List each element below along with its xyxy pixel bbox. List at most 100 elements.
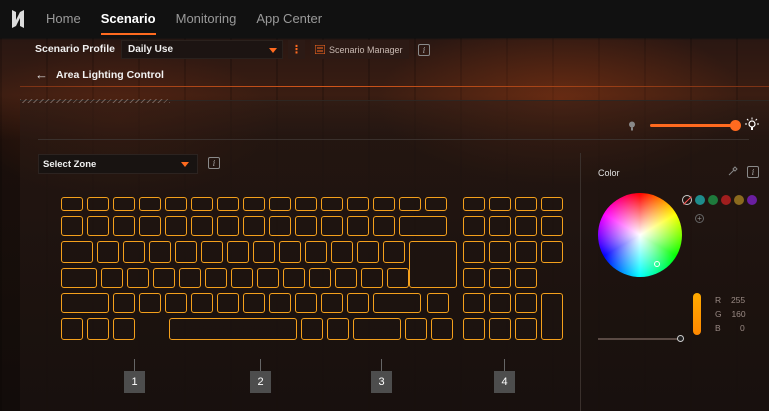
keyboard-key[interactable]	[347, 197, 369, 211]
keyboard-key[interactable]	[175, 241, 197, 263]
brightness-slider-thumb[interactable]	[730, 120, 741, 131]
keyboard-key[interactable]	[269, 216, 291, 236]
keyboard-key[interactable]	[463, 241, 485, 263]
keyboard-key[interactable]	[321, 197, 343, 211]
keyboard-key[interactable]	[383, 241, 405, 263]
keyboard-key[interactable]	[463, 197, 485, 211]
keyboard-key[interactable]	[489, 197, 511, 211]
keyboard-key[interactable]	[399, 216, 447, 236]
keyboard-key[interactable]	[327, 318, 349, 340]
keyboard-key[interactable]	[335, 268, 357, 288]
tab-scenario[interactable]: Scenario	[91, 0, 166, 38]
keyboard-key[interactable]	[139, 293, 161, 313]
back-arrow-icon[interactable]: ←	[35, 67, 48, 82]
keyboard-key[interactable]	[205, 268, 227, 288]
keyboard-key[interactable]	[515, 268, 537, 288]
scenario-profile-select[interactable]: Daily Use	[121, 40, 283, 59]
keyboard-key[interactable]	[227, 241, 249, 263]
keyboard-key[interactable]	[61, 268, 97, 288]
keyboard-key[interactable]	[243, 293, 265, 313]
keyboard-key[interactable]	[489, 293, 511, 313]
keyboard-key[interactable]	[153, 268, 175, 288]
keyboard-key[interactable]	[283, 268, 305, 288]
color-swatch[interactable]	[695, 195, 705, 205]
keyboard-key[interactable]	[353, 318, 401, 340]
add-swatch-icon[interactable]: +	[695, 214, 704, 223]
info-icon[interactable]: i	[418, 44, 430, 56]
zone-label-1[interactable]: 1	[124, 371, 145, 393]
keyboard-key[interactable]	[463, 268, 485, 288]
keyboard-key[interactable]	[169, 318, 297, 340]
keyboard-key[interactable]	[405, 318, 427, 340]
keyboard-key[interactable]	[191, 197, 213, 211]
keyboard-key[interactable]	[101, 268, 123, 288]
keyboard-key[interactable]	[373, 216, 395, 236]
keyboard-key[interactable]	[279, 241, 301, 263]
keyboard-key[interactable]	[295, 216, 317, 236]
keyboard-key[interactable]	[149, 241, 171, 263]
keyboard-key[interactable]	[361, 268, 383, 288]
keyboard-key[interactable]	[321, 293, 343, 313]
keyboard-key[interactable]	[61, 293, 109, 313]
keyboard-key[interactable]	[347, 216, 369, 236]
lightness-slider-thumb[interactable]	[677, 335, 684, 342]
keyboard-key[interactable]	[373, 197, 395, 211]
keyboard-key[interactable]	[97, 241, 119, 263]
keyboard-key[interactable]	[87, 197, 109, 211]
keyboard-key[interactable]	[515, 293, 537, 313]
scenario-manager-button[interactable]: Scenario Manager	[311, 40, 409, 59]
zone-label-2[interactable]: 2	[250, 371, 271, 393]
keyboard-key[interactable]	[231, 268, 253, 288]
tab-monitoring[interactable]: Monitoring	[166, 0, 247, 38]
keyboard-key[interactable]	[113, 293, 135, 313]
color-info-icon[interactable]: i	[747, 166, 759, 178]
color-swatch[interactable]	[708, 195, 718, 205]
keyboard-key[interactable]	[217, 293, 239, 313]
keyboard-key[interactable]	[139, 197, 161, 211]
keyboard-key[interactable]	[373, 293, 421, 313]
brightness-slider-track[interactable]	[650, 124, 736, 127]
keyboard-key[interactable]	[269, 197, 291, 211]
tab-home[interactable]: Home	[36, 0, 91, 38]
keyboard-key[interactable]	[463, 293, 485, 313]
keyboard-key[interactable]	[217, 197, 239, 211]
keyboard-key[interactable]	[541, 197, 563, 211]
keyboard-key[interactable]	[399, 197, 421, 211]
keyboard-key[interactable]	[515, 241, 537, 263]
keyboard-key[interactable]	[295, 293, 317, 313]
keyboard-key[interactable]	[295, 197, 317, 211]
keyboard-key[interactable]	[61, 318, 83, 340]
keyboard-key[interactable]	[515, 197, 537, 211]
keyboard-key[interactable]	[87, 318, 109, 340]
keyboard-key[interactable]	[113, 197, 135, 211]
color-swatch[interactable]	[721, 195, 731, 205]
keyboard-key[interactable]	[139, 216, 161, 236]
g-value[interactable]: 160	[722, 307, 745, 321]
zone-label-4[interactable]: 4	[494, 371, 515, 393]
keyboard-key[interactable]	[217, 216, 239, 236]
keyboard-key[interactable]	[357, 241, 379, 263]
zone-info-icon[interactable]: i	[208, 157, 220, 169]
keyboard-key[interactable]	[179, 268, 201, 288]
tab-app-center[interactable]: App Center	[246, 0, 332, 38]
b-value[interactable]: 0	[721, 321, 745, 335]
select-zone-dropdown[interactable]: Select Zone	[38, 154, 198, 174]
keyboard-key[interactable]	[123, 241, 145, 263]
keyboard-key[interactable]	[243, 216, 265, 236]
keyboard-key[interactable]	[515, 318, 537, 340]
keyboard-key[interactable]	[541, 216, 563, 236]
lightness-slider-track[interactable]	[598, 338, 678, 340]
color-wheel[interactable]	[598, 193, 682, 277]
keyboard-key[interactable]	[269, 293, 291, 313]
keyboard-key-numpad-plus[interactable]	[541, 293, 563, 340]
keyboard-key[interactable]	[243, 197, 265, 211]
keyboard-key[interactable]	[61, 216, 83, 236]
keyboard-key[interactable]	[87, 216, 109, 236]
keyboard-key[interactable]	[61, 241, 93, 263]
keyboard-key[interactable]	[331, 241, 353, 263]
keyboard-key[interactable]	[305, 241, 327, 263]
keyboard-key[interactable]	[463, 318, 485, 340]
keyboard-key[interactable]	[257, 268, 279, 288]
keyboard-key[interactable]	[387, 268, 409, 288]
keyboard-key[interactable]	[191, 216, 213, 236]
